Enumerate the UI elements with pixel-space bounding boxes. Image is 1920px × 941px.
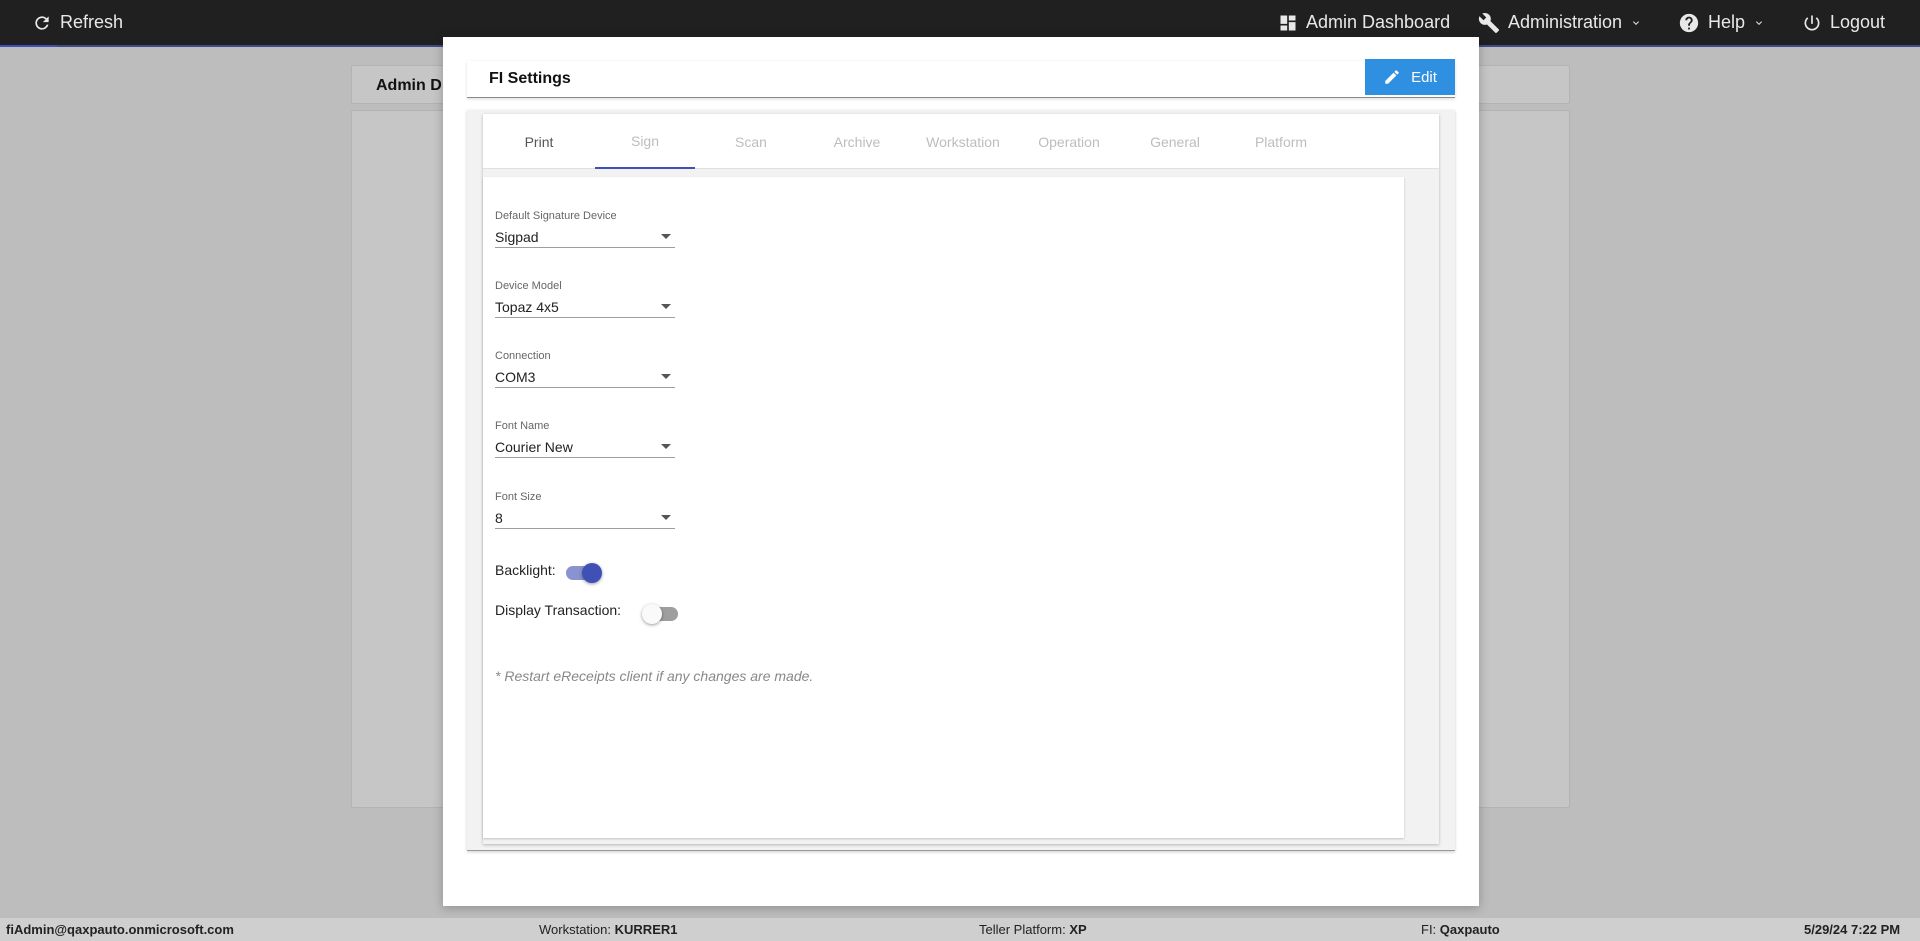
refresh-icon bbox=[35, 15, 49, 30]
display-transaction-toggle[interactable] bbox=[642, 604, 678, 624]
field-label: Font Name bbox=[495, 420, 550, 432]
dropdown-arrow-icon bbox=[661, 234, 671, 239]
tab-operation[interactable]: Operation bbox=[1019, 114, 1119, 169]
fi-settings-modal: FI Settings Edit Print Sign Scan Archive… bbox=[443, 37, 1479, 906]
tab-sign[interactable]: Sign bbox=[595, 114, 695, 169]
help-icon bbox=[1679, 13, 1699, 32]
fi-status: FI: Qaxpauto bbox=[1421, 922, 1500, 937]
device-model-field: Device Model Topaz 4x5 bbox=[495, 280, 675, 318]
tab-platform[interactable]: Platform bbox=[1231, 114, 1331, 169]
tab-scan[interactable]: Scan bbox=[701, 114, 801, 169]
workstation-label: Workstation: bbox=[539, 922, 612, 937]
teller-platform-label: Teller Platform: bbox=[979, 922, 1066, 937]
connection-field: Connection COM3 bbox=[495, 350, 675, 388]
teller-platform-value: XP bbox=[1069, 922, 1087, 937]
chevron-down-icon bbox=[1633, 20, 1640, 25]
default-signature-device-field: Default Signature Device Sigpad bbox=[495, 210, 675, 248]
default-signature-device-select[interactable]: Sigpad bbox=[495, 226, 675, 248]
help-menu[interactable]: Help bbox=[1678, 0, 1765, 45]
refresh-label: Refresh bbox=[60, 12, 124, 32]
select-value: Sigpad bbox=[495, 228, 539, 245]
sign-settings-content: Default Signature Device Sigpad Device M… bbox=[483, 177, 1404, 838]
edit-button[interactable]: Edit bbox=[1365, 59, 1455, 95]
select-value: Courier New bbox=[495, 438, 573, 455]
edit-label: Edit bbox=[1411, 68, 1437, 86]
field-label: Font Size bbox=[495, 491, 542, 503]
device-model-select[interactable]: Topaz 4x5 bbox=[495, 296, 675, 318]
select-value: Topaz 4x5 bbox=[495, 298, 559, 315]
power-icon bbox=[1804, 15, 1820, 31]
wrench-icon bbox=[1478, 12, 1500, 33]
fi-value: Qaxpauto bbox=[1439, 922, 1500, 937]
toggle-knob bbox=[642, 604, 662, 624]
datetime: 5/29/24 7:22 PM bbox=[1804, 922, 1901, 937]
font-size-field: Font Size 8 bbox=[495, 491, 675, 529]
select-value: COM3 bbox=[495, 368, 536, 385]
field-label: Device Model bbox=[495, 280, 562, 292]
modal-header: FI Settings Edit bbox=[467, 59, 1455, 98]
modal-title: FI Settings bbox=[489, 70, 571, 87]
backlight-toggle[interactable] bbox=[566, 563, 602, 583]
background-card-title: Admin D bbox=[376, 77, 442, 94]
teller-platform-status: Teller Platform: XP bbox=[979, 922, 1087, 937]
font-name-select[interactable]: Courier New bbox=[495, 436, 675, 458]
administration-menu[interactable]: Administration bbox=[1478, 0, 1642, 45]
restart-note: * Restart eReceipts client if any change… bbox=[495, 668, 814, 684]
user-email: fiAdmin@qaxpauto.onmicrosoft.com bbox=[6, 922, 234, 937]
connection-select[interactable]: COM3 bbox=[495, 366, 675, 388]
workstation-status: Workstation: KURRER1 bbox=[539, 922, 677, 937]
dropdown-arrow-icon bbox=[661, 374, 671, 379]
fi-label: FI: bbox=[1421, 922, 1437, 937]
font-size-select[interactable]: 8 bbox=[495, 507, 675, 529]
pencil-icon bbox=[1385, 70, 1399, 84]
tab-print[interactable]: Print bbox=[489, 114, 589, 169]
field-label: Default Signature Device bbox=[495, 210, 617, 222]
backlight-label: Backlight: bbox=[495, 562, 556, 578]
logout-button[interactable]: Logout bbox=[1802, 0, 1885, 45]
font-name-field: Font Name Courier New bbox=[495, 420, 675, 458]
dropdown-arrow-icon bbox=[661, 304, 671, 309]
tab-archive[interactable]: Archive bbox=[807, 114, 907, 169]
chevron-down-icon bbox=[1756, 20, 1763, 25]
workstation-value: KURRER1 bbox=[614, 922, 678, 937]
status-bar: fiAdmin@qaxpauto.onmicrosoft.com Worksta… bbox=[0, 918, 1920, 941]
help-label: Help bbox=[1708, 12, 1746, 32]
tab-general[interactable]: General bbox=[1125, 114, 1225, 169]
settings-tabs: Print Sign Scan Archive Workstation Oper… bbox=[483, 114, 1439, 169]
display-transaction-label: Display Transaction: bbox=[495, 602, 622, 618]
dropdown-arrow-icon bbox=[661, 515, 671, 520]
logout-label: Logout bbox=[1830, 12, 1886, 32]
toggle-knob bbox=[582, 563, 602, 583]
field-label: Connection bbox=[495, 350, 551, 362]
tab-workstation[interactable]: Workstation bbox=[913, 114, 1013, 169]
administration-label: Administration bbox=[1508, 12, 1623, 32]
settings-panel: Print Sign Scan Archive Workstation Oper… bbox=[467, 110, 1455, 851]
dropdown-arrow-icon bbox=[661, 444, 671, 449]
admin-dashboard-label: Admin Dashboard bbox=[1306, 12, 1451, 32]
select-value: 8 bbox=[495, 509, 503, 526]
refresh-button[interactable]: Refresh bbox=[32, 0, 123, 45]
dashboard-icon bbox=[1280, 15, 1296, 30]
settings-tabs-container: Print Sign Scan Archive Workstation Oper… bbox=[483, 114, 1439, 844]
